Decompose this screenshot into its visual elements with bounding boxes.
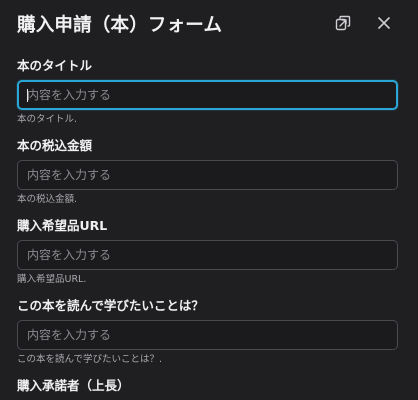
purchase-url-input[interactable] (17, 240, 398, 270)
field-book-price: 本の税込金額 本の税込金額. (17, 137, 398, 206)
field-label: 本のタイトル (17, 58, 93, 73)
field-help-text: 本の税込金額. (17, 194, 78, 205)
book-price-input[interactable] (17, 160, 398, 190)
popout-button[interactable] (332, 12, 354, 34)
purchase-request-dialog: 購入申請（本）フォーム 本のタイトル 本のタイトル. 本の税込金額 本の税込金額… (0, 0, 418, 400)
field-learning-goal: この本を読んで学びたいことは？ この本を読んで学びたいことは？. (17, 297, 398, 366)
dialog-title: 購入申請（本）フォーム (17, 15, 223, 36)
book-title-input[interactable] (17, 80, 398, 110)
learning-goal-input[interactable] (17, 320, 398, 350)
dialog-header: 購入申請（本）フォーム (17, 9, 406, 37)
field-label: 購入承諾者（上長） (17, 378, 130, 393)
close-button[interactable] (373, 12, 395, 34)
field-label: 本の税込金額 (17, 138, 93, 153)
field-label: 購入希望品URL (17, 218, 108, 233)
text-caret (27, 89, 28, 102)
field-help-text: この本を読んで学びたいことは？. (17, 354, 163, 365)
field-help-text: 本のタイトル. (17, 114, 78, 125)
field-label: この本を読んで学びたいことは？ (17, 298, 204, 313)
field-purchase-url: 購入希望品URL 購入希望品URL. (17, 217, 398, 286)
close-icon (378, 17, 390, 29)
popout-icon (335, 15, 351, 31)
field-book-title: 本のタイトル 本のタイトル. (17, 57, 398, 126)
field-approver: 購入承諾者（上長） (17, 377, 398, 395)
field-help-text: 購入希望品URL. (17, 274, 87, 285)
